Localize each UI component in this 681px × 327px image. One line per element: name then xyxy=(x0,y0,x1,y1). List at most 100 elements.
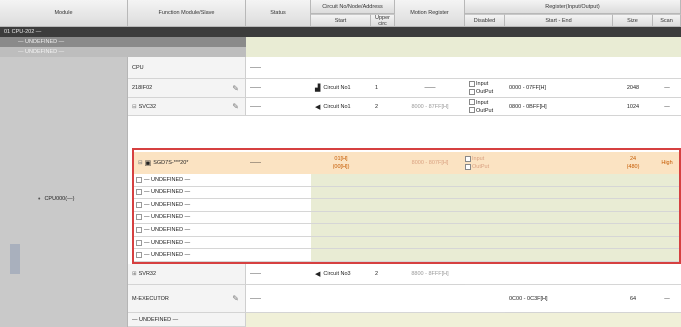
col-header-status[interactable]: Status xyxy=(246,0,311,27)
expand-icon[interactable]: ⊞ xyxy=(132,271,137,277)
undefined-slave-row[interactable]: — UNDEFINED — xyxy=(132,224,681,237)
row-mexecutor-empty xyxy=(311,285,505,313)
row-218if-circuit[interactable]: ▟ Circuit No1 xyxy=(311,79,371,98)
row-svc32-size: 1024 xyxy=(613,98,653,116)
undefined-slave-row[interactable]: — UNDEFINED — xyxy=(132,186,681,200)
row-sgd7s-name[interactable]: ⊟ ▣ SGD7S-***20* xyxy=(134,152,246,174)
row-svr32-circuit[interactable]: ◀ Circuit No3 xyxy=(311,264,371,285)
undefined-slave-row[interactable]: — UNDEFINED — xyxy=(132,236,681,250)
motion-value: 8000 - 807F[H] xyxy=(411,160,449,166)
tree-undefined-row-1-fill xyxy=(246,37,681,47)
row-svc32-range: 0800 - 0BFF[H] xyxy=(505,98,613,116)
output-label: OutPut xyxy=(476,107,494,114)
slave-icon xyxy=(136,189,142,196)
row-svr32-motion: 8800 - 8FFF[H] xyxy=(395,264,465,285)
undefined-slave-fill xyxy=(311,186,681,199)
row-218if-motion: —— xyxy=(395,79,465,98)
row-mexecutor-size: 64 xyxy=(613,285,653,313)
row-svc32-circuit[interactable]: ◀ Circuit No1 xyxy=(311,98,371,116)
range-value: 0C00 - 0C3F[H] xyxy=(509,295,548,302)
row-sgd7s-address: 01[H] (00[H]) xyxy=(311,152,371,174)
input-checkbox[interactable] xyxy=(465,155,471,162)
size-value: 1024 xyxy=(626,103,640,110)
row-218if-name[interactable]: 218IF02 ✎ xyxy=(128,79,246,98)
edit-pencil-icon[interactable]: ✎ xyxy=(232,102,239,111)
scan-value: — xyxy=(664,295,670,302)
collapse-icon[interactable]: ⊟ xyxy=(138,160,143,166)
undefined-slave-name: — UNDEFINED — xyxy=(132,237,246,249)
status-value: —— xyxy=(250,160,261,166)
col-header-start-end[interactable]: Start - End xyxy=(505,14,613,27)
row-svc32-motion: 8000 - 87FF[H] xyxy=(395,98,465,116)
row-undefined-last[interactable]: — UNDEFINED — xyxy=(128,313,246,327)
col-header-motion-register[interactable]: Motion Register xyxy=(395,0,465,27)
col-header-scan[interactable]: Scan xyxy=(653,14,681,27)
module-name: CPU xyxy=(132,64,144,71)
col-header-circuit-used[interactable]: Upper circ xyxy=(371,14,395,27)
undefined-slave-label: — UNDEFINED — xyxy=(144,252,191,259)
output-checkbox-row: OutPut xyxy=(465,163,505,171)
scroll-handle[interactable] xyxy=(10,244,20,274)
servopack-icon: ▣ xyxy=(144,160,152,167)
col-header-size[interactable]: Size xyxy=(613,14,653,27)
status-value: —— xyxy=(250,64,261,71)
col-header-disabled[interactable]: Disabled xyxy=(465,14,505,27)
servo-icon: ◀ xyxy=(315,271,321,278)
row-svr32-empty xyxy=(465,264,681,285)
module-name: SGD7S-***20* xyxy=(153,160,189,166)
row-cpu-name[interactable]: CPU xyxy=(128,57,246,79)
slave-icon xyxy=(136,201,142,208)
cpu-module-node[interactable]: • CPU000(—) xyxy=(38,194,126,204)
tree-root-row[interactable]: 01 CPU-202 — xyxy=(0,27,681,37)
col-header-function-module[interactable]: Function Module/Slave xyxy=(128,0,246,27)
row-218if-scan: — xyxy=(653,79,681,98)
tree-undefined-row-2[interactable]: — UNDEFINED — xyxy=(0,47,246,57)
row-svr32-num: 2 xyxy=(371,264,395,285)
input-label: Input xyxy=(476,81,489,87)
module-name: M-EXECUTOR xyxy=(132,295,169,302)
undefined-slave-row[interactable]: — UNDEFINED — xyxy=(132,174,681,187)
row-svc32-disabled[interactable]: Input OutPut xyxy=(465,98,505,116)
scan-value: — xyxy=(664,103,670,110)
collapse-icon[interactable]: ⊟ xyxy=(132,104,137,110)
address-secondary: (00[H]) xyxy=(332,164,350,170)
col-header-circuit-start[interactable]: Start xyxy=(311,14,371,27)
slave-icon xyxy=(136,239,142,246)
row-svr32-status: —— xyxy=(246,264,311,285)
tree-undefined-row-1[interactable]: — UNDEFINED — xyxy=(0,37,246,47)
tree-undefined-row-2-fill xyxy=(246,47,681,57)
output-checkbox-row: OutPut xyxy=(469,107,493,115)
motion-value: 8800 - 8FFF[H] xyxy=(411,271,449,277)
row-svc32-name[interactable]: ⊟ SVC32 ✎ xyxy=(128,98,246,116)
row-mexecutor-name[interactable]: M-EXECUTOR ✎ xyxy=(128,285,246,313)
output-checkbox[interactable] xyxy=(465,163,471,170)
module-name: — UNDEFINED — xyxy=(132,316,179,323)
range-value: 0800 - 0BFF[H] xyxy=(509,103,547,110)
undefined-slave-row[interactable]: — UNDEFINED — xyxy=(132,199,681,212)
circuit-value: Circuit No3 xyxy=(323,271,351,277)
edit-pencil-icon[interactable]: ✎ xyxy=(232,84,239,93)
row-218if-range: 0000 - 07FF[H] xyxy=(505,79,613,98)
tree-undefined-label: — UNDEFINED — xyxy=(18,39,65,45)
row-svr32-name[interactable]: ⊞ SVR32 xyxy=(128,264,246,285)
row-sgd7s-disabled[interactable]: Input OutPut xyxy=(465,152,505,174)
edit-pencil-icon[interactable]: ✎ xyxy=(232,294,239,303)
undefined-slave-row[interactable]: — UNDEFINED — xyxy=(132,211,681,225)
col-header-module[interactable]: Module xyxy=(0,0,128,27)
motion-value: —— xyxy=(424,85,436,91)
input-checkbox[interactable] xyxy=(469,80,475,87)
tree-root-label: 01 CPU-202 — xyxy=(4,29,42,35)
output-checkbox[interactable] xyxy=(469,107,475,114)
output-checkbox[interactable] xyxy=(469,88,475,95)
slave-icon xyxy=(136,214,142,221)
input-label: Input xyxy=(476,99,489,106)
row-218if-disabled[interactable]: Input OutPut xyxy=(465,79,505,98)
row-svc32-scan: — xyxy=(653,98,681,116)
undefined-slave-name: — UNDEFINED — xyxy=(132,224,246,236)
input-checkbox[interactable] xyxy=(469,99,475,106)
row-mexecutor-range: 0C00 - 0C3F[H] xyxy=(505,285,613,313)
undefined-slave-row[interactable]: — UNDEFINED — xyxy=(132,249,681,262)
undefined-slave-label: — UNDEFINED — xyxy=(144,176,191,183)
status-value: —— xyxy=(250,103,261,110)
size-value: 24 xyxy=(629,156,637,162)
